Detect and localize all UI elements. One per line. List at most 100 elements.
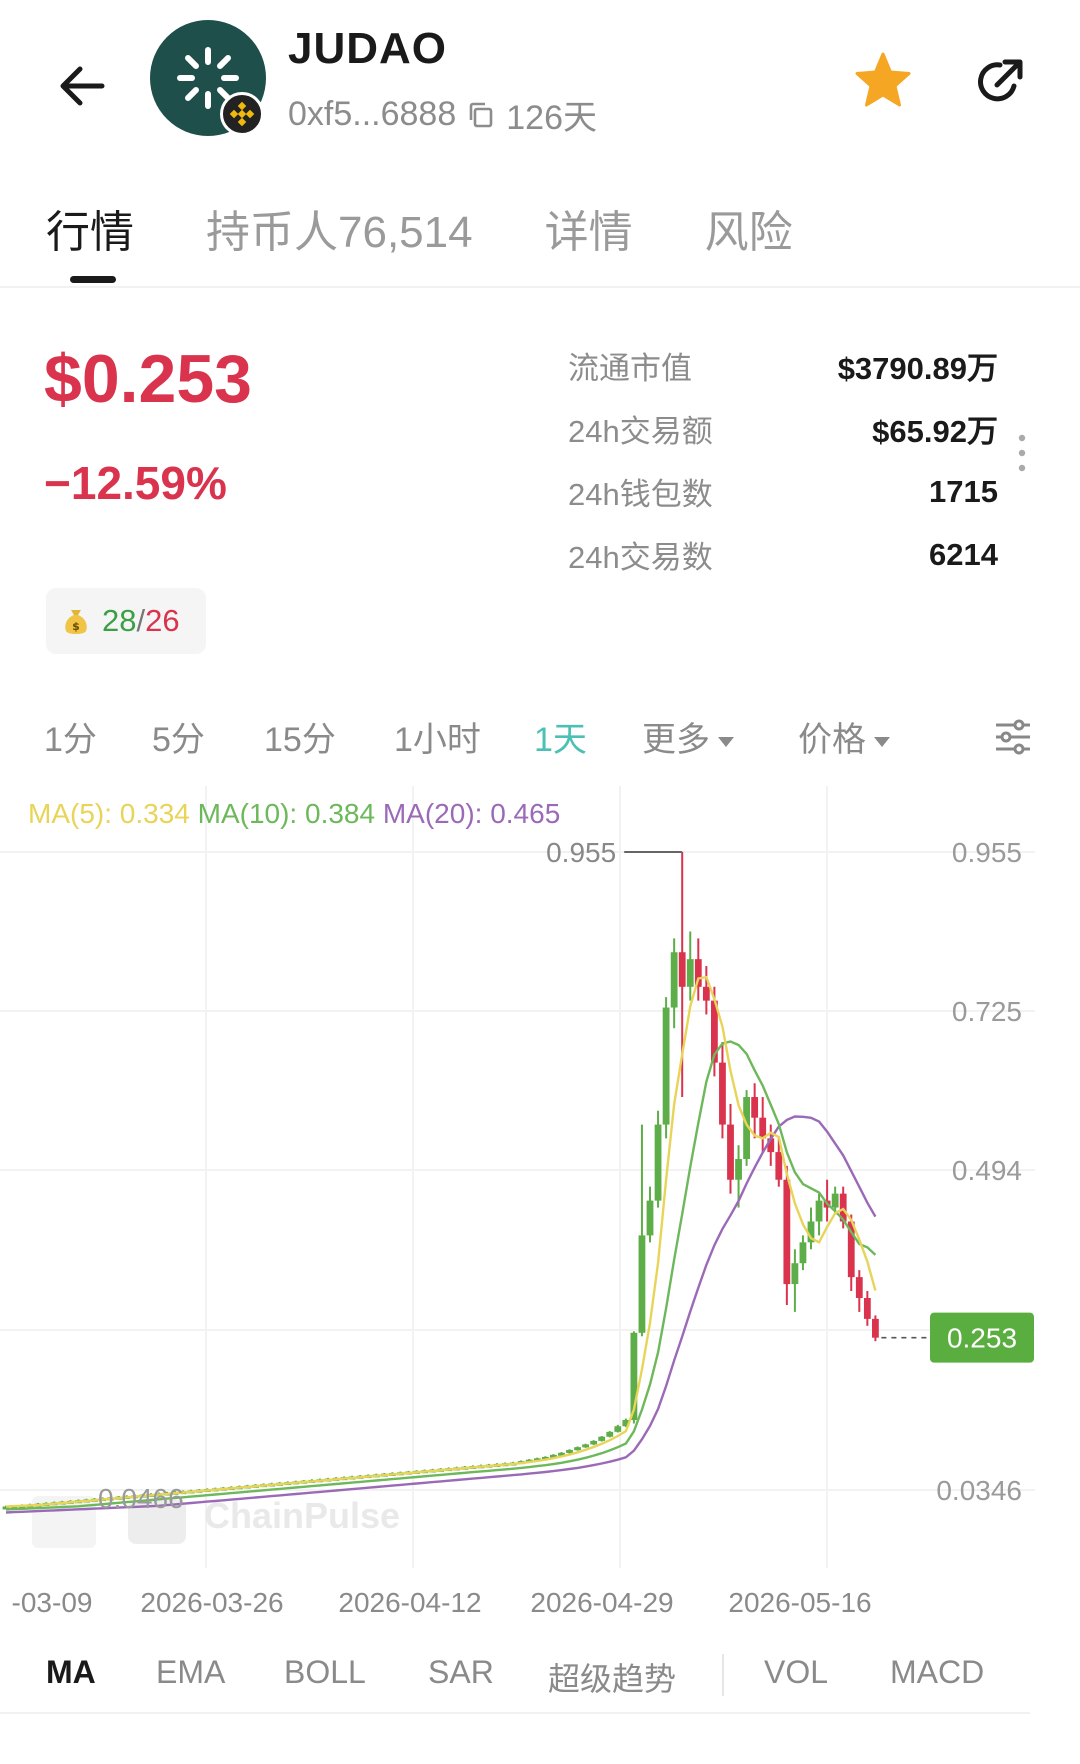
x-axis-tick-label: 2026-04-12 (338, 1587, 481, 1618)
svg-text:$: $ (72, 620, 80, 633)
y-axis-tick-label: 0.0346 (936, 1475, 1022, 1506)
candle-body (614, 1426, 622, 1432)
caret-down-icon (874, 737, 890, 748)
token-name: JUDAO (288, 24, 448, 73)
divider (722, 1654, 724, 1696)
timeframe-more-dropdown[interactable]: 更多 (642, 712, 734, 761)
back-button[interactable] (52, 56, 112, 116)
candle-body (670, 952, 678, 1008)
share-icon (978, 59, 1023, 102)
candle-body (638, 1235, 646, 1333)
ma10-value: MA(10): 0.384 (197, 798, 376, 829)
trade-ratio-badge[interactable]: $ 28/26 (46, 588, 206, 654)
candle-body (799, 1242, 807, 1264)
candle-body (719, 1062, 726, 1125)
divider (0, 286, 1080, 288)
candle-body (686, 959, 694, 987)
candle-body (735, 1158, 742, 1180)
stat-value: 1715 (929, 473, 998, 509)
sell-count: 26 (145, 603, 180, 638)
y-axis-tick-label: 0.955 (952, 837, 1022, 868)
stat-label: 流通市值 (568, 351, 692, 386)
candle-body (582, 1444, 589, 1448)
y-axis-tick-label: 0.494 (952, 1155, 1022, 1186)
x-axis-tick-label: 2026-05-16 (728, 1587, 871, 1618)
active-tab-indicator (70, 276, 116, 283)
dropdown-label: 更多 (642, 721, 710, 759)
ma5-line (5, 975, 877, 1508)
candle-body (775, 1152, 783, 1180)
stats-panel: 流通市值 $3790.89万 24h交易额 $65.92万 24h钱包数 171… (568, 334, 998, 586)
stat-value: 6214 (929, 536, 998, 572)
price-change: −12.59% (44, 457, 227, 509)
price-type-dropdown[interactable]: 价格 (798, 712, 890, 761)
ma20-line (5, 1115, 877, 1514)
ma5-value: MA(5): 0.334 (28, 798, 190, 829)
current-price-tag-label: 0.253 (947, 1323, 1017, 1354)
more-options-button[interactable] (1014, 432, 1030, 474)
ma20-value: MA(20): 0.465 (382, 798, 561, 829)
arrow-left-icon (60, 66, 105, 106)
stat-label: 24h钱包数 (568, 477, 713, 512)
favorite-button[interactable] (850, 48, 916, 114)
indicator-sar[interactable]: SAR (428, 1654, 494, 1691)
timeframe-1h[interactable]: 1小时 (394, 712, 481, 761)
tab-details[interactable]: 详情 (545, 196, 633, 260)
copy-icon[interactable] (466, 100, 496, 130)
vertical-dots-icon (1018, 434, 1026, 472)
y-axis-tick-label: 0.725 (952, 996, 1022, 1027)
tab-holders[interactable]: 持币人76,514 (206, 196, 473, 260)
indicator-ema[interactable]: EMA (156, 1654, 225, 1691)
candle-body (727, 1124, 734, 1180)
candle-body (751, 1097, 759, 1118)
timeframe-5m[interactable]: 5分 (152, 712, 205, 761)
indicator-supertrend[interactable]: 超级趋势 (548, 1654, 676, 1700)
stat-label: 24h交易数 (568, 540, 713, 575)
timeframe-15m[interactable]: 15分 (264, 712, 336, 761)
stat-value: $65.92万 (872, 414, 998, 449)
candle-body (791, 1263, 799, 1285)
stat-row: 24h钱包数 1715 (568, 460, 998, 523)
caret-down-icon (718, 737, 734, 748)
candle-body (872, 1318, 879, 1338)
low-price-label: 0.0466 (98, 1483, 184, 1514)
sliders-icon (996, 719, 1030, 755)
dropdown-label: 价格 (798, 721, 866, 759)
ma-legend: MA(5): 0.334 MA(10): 0.384 MA(20): 0.465 (28, 798, 560, 830)
x-axis-tick-label: -03-09 (12, 1587, 93, 1618)
timeframe-1m[interactable]: 1分 (44, 712, 97, 761)
indicator-boll[interactable]: BOLL (284, 1654, 366, 1691)
buy-count: 28 (102, 603, 137, 638)
chart-watermark: ChainPulse (204, 1495, 400, 1536)
chart-settings-button[interactable] (994, 718, 1032, 756)
indicator-macd[interactable]: MACD (890, 1654, 984, 1691)
candle-body (855, 1277, 863, 1298)
high-price-label: 0.955 (546, 837, 616, 868)
stat-row: 流通市值 $3790.89万 (568, 334, 998, 397)
timeframe-1d[interactable]: 1天 (534, 712, 587, 761)
address-row: 0xf5...6888 126天 (288, 90, 597, 139)
candle-body (646, 1200, 654, 1236)
money-bag-icon: $ (65, 610, 87, 634)
candle-body (654, 1124, 662, 1201)
token-age: 126天 (506, 99, 597, 137)
candle-body (598, 1436, 606, 1441)
candle-body (678, 952, 686, 987)
x-axis-tick-label: 2026-03-26 (140, 1587, 283, 1618)
candlestick-chart[interactable]: ChainPulse0.9550.04660.9550.7250.4940.26… (0, 786, 1080, 1620)
divider (0, 1712, 1030, 1714)
candle-body (606, 1431, 614, 1437)
share-button[interactable] (970, 52, 1030, 112)
tab-risk[interactable]: 风险 (705, 196, 793, 260)
tab-bar: 行情 持币人76,514 详情 风险 (46, 196, 793, 260)
indicator-vol[interactable]: VOL (764, 1654, 828, 1691)
tab-market[interactable]: 行情 (46, 196, 134, 260)
current-price: $0.253 (44, 341, 252, 417)
indicator-ma[interactable]: MA (46, 1654, 96, 1691)
candle-body (574, 1447, 581, 1451)
candle-body (863, 1298, 871, 1319)
stat-row: 24h交易额 $65.92万 (568, 397, 998, 460)
candle-body (590, 1440, 598, 1445)
candle-body (662, 1007, 670, 1125)
candle-body (831, 1193, 839, 1208)
